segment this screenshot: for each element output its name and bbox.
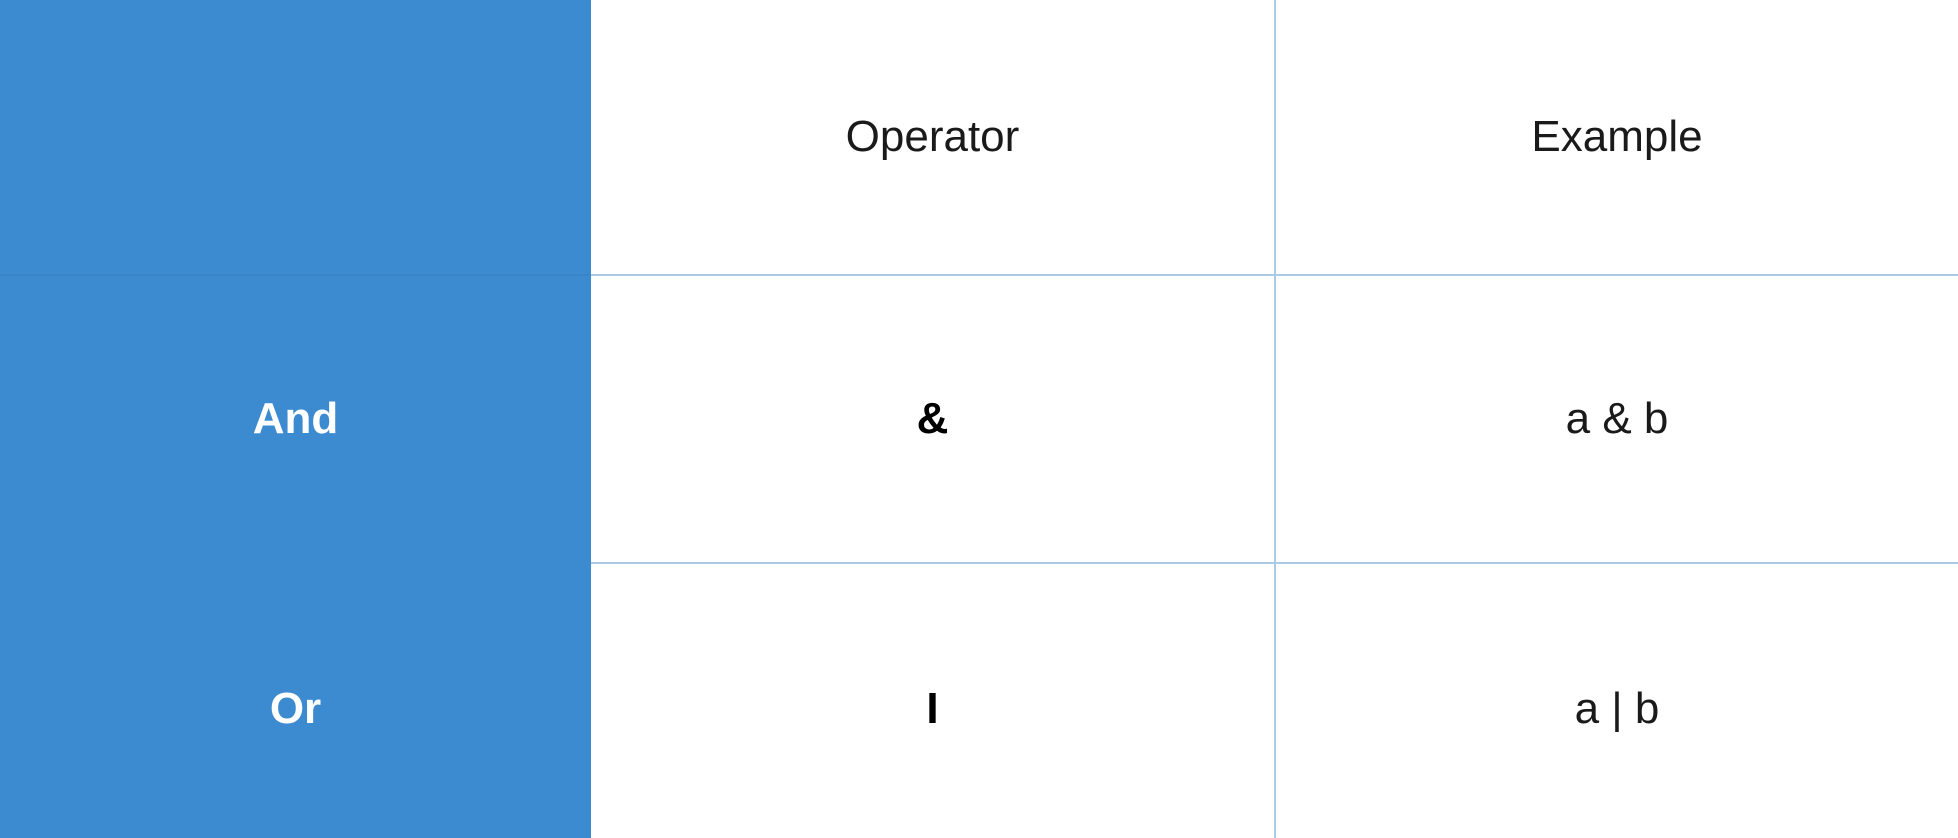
header-operator: Operator (845, 112, 1020, 161)
example-and: a & b (1565, 394, 1669, 443)
row-label-and: And (252, 394, 339, 443)
row-label-or: Or (269, 684, 322, 733)
operator-or: I (926, 684, 939, 733)
operator-and: & (916, 394, 949, 443)
operator-table-slide: Operator Example And & a & b Or I a | b (0, 0, 1958, 838)
header-example: Example (1531, 112, 1703, 161)
example-or: a | b (1574, 684, 1660, 733)
